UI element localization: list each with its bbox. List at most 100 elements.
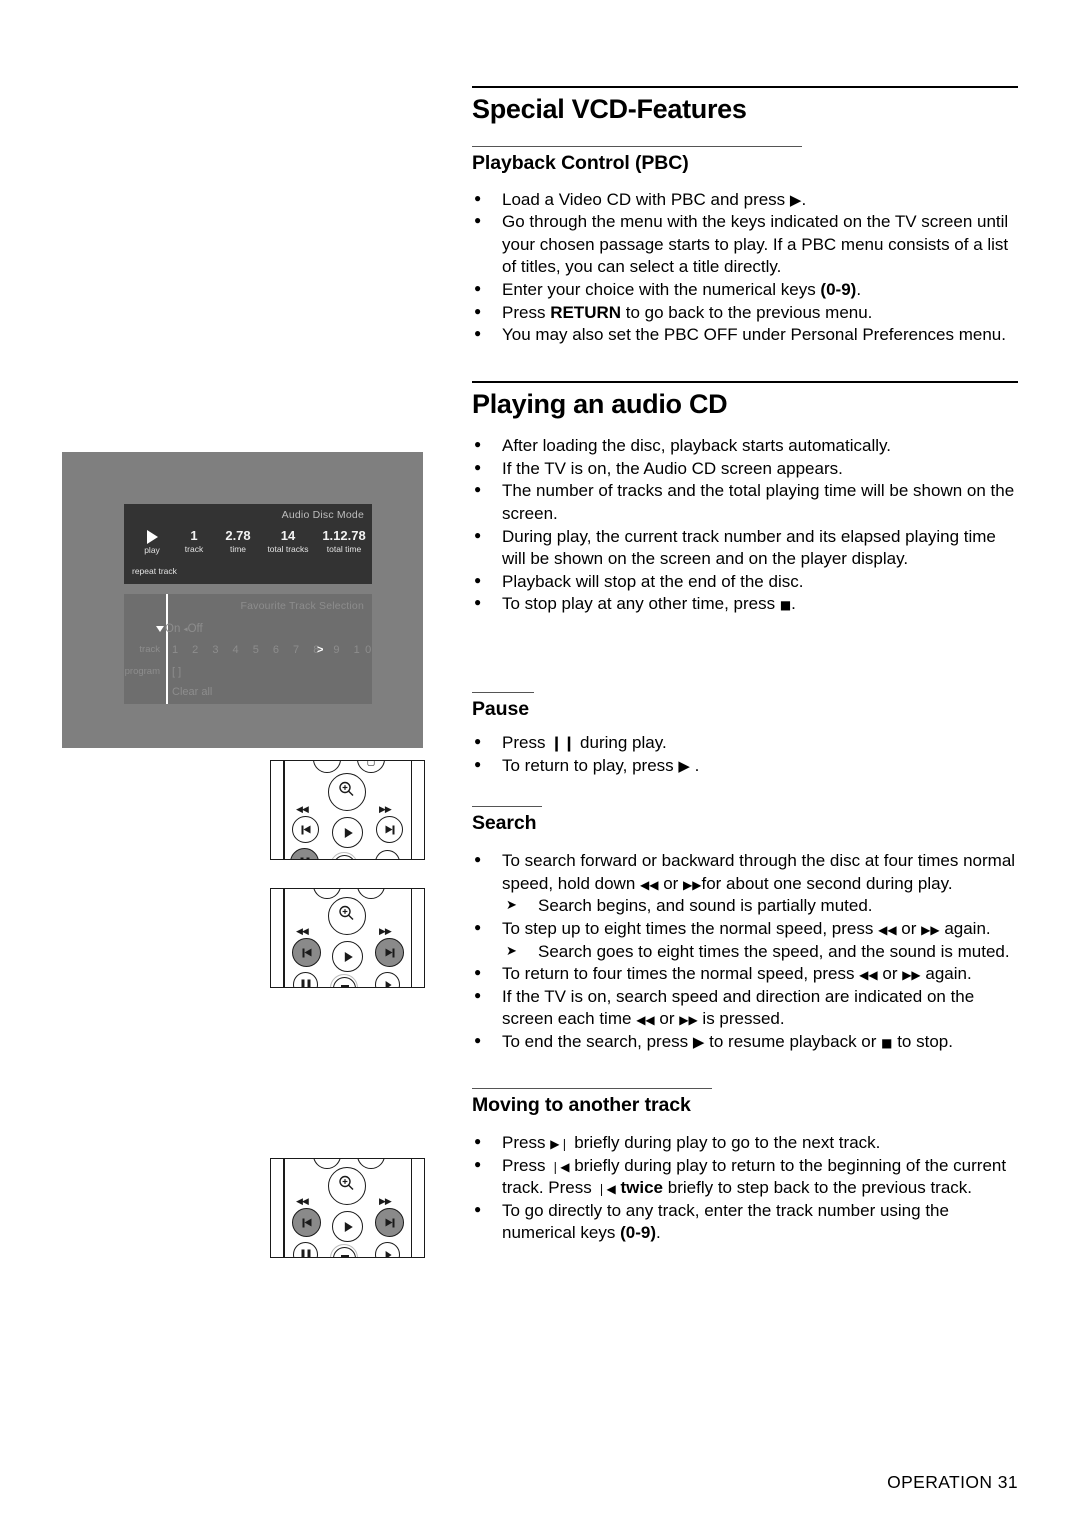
- play-button[interactable]: [332, 817, 363, 848]
- play-icon: [344, 827, 353, 838]
- disc-field-total-tracks-label: total tracks: [267, 543, 309, 554]
- previous-icon: [302, 948, 311, 957]
- zoom-button[interactable]: [328, 1167, 366, 1205]
- bullet-item: Search goes to eight times the speed, an…: [472, 941, 1018, 964]
- search-remote: ◀◀ ▶▶: [270, 888, 425, 988]
- bullet-item: To stop play at any other time, press ■.: [472, 592, 1018, 616]
- slow-button[interactable]: [375, 1242, 400, 1257]
- inline-emphasis: (0-9): [820, 280, 857, 300]
- play-button[interactable]: [332, 1211, 363, 1242]
- heading-playback-control: Playback Control (PBC): [472, 152, 689, 175]
- previous-track-button[interactable]: [292, 816, 319, 843]
- subsection-rule: [472, 146, 802, 148]
- pause-button[interactable]: [290, 848, 319, 859]
- next-track-button[interactable]: [375, 1208, 404, 1237]
- pause-remote: ▢ ◀◀ ▶▶: [270, 760, 425, 860]
- fts-program-value[interactable]: [ ]: [172, 666, 181, 678]
- inline-key-icon: ▶▶: [683, 877, 702, 892]
- inline-key-icon: ▶: [789, 190, 802, 209]
- next-track-button[interactable]: [375, 938, 404, 967]
- rewind-label-icon: ◀◀: [296, 927, 309, 937]
- fts-more-arrow-icon[interactable]: >: [317, 644, 323, 656]
- inline-key-icon: ▶❘: [550, 1137, 570, 1151]
- remote-top-right-button[interactable]: [357, 1159, 385, 1169]
- bullet-item: To end the search, press ▶ to resume pla…: [472, 1030, 1018, 1054]
- bullet-item: Press ❘◀ briefly during play to return t…: [472, 1154, 1018, 1200]
- bullet-item: To search forward or backward through th…: [472, 849, 1018, 895]
- remote-top-right-button[interactable]: [357, 889, 385, 899]
- next-icon: [385, 948, 394, 957]
- zoom-icon: [338, 781, 356, 804]
- remote-edge-left: [283, 889, 285, 987]
- zoom-button[interactable]: [328, 773, 366, 811]
- inline-key-icon: ▶: [678, 757, 690, 776]
- fast-forward-label-icon: ▶▶: [379, 805, 392, 815]
- page-title: Special VCD-Features: [472, 94, 747, 124]
- disc-field-track: 1 track: [172, 528, 216, 556]
- pause-button[interactable]: [293, 1242, 318, 1257]
- previous-track-button[interactable]: [292, 1208, 321, 1237]
- inline-key-icon: ■: [779, 598, 792, 613]
- disc-field-time: 2.78 time: [216, 528, 260, 556]
- section-special-vcd-features: Special VCD-Features Playback Control (P…: [472, 86, 1018, 347]
- bullet-item: Press ▶❘ briefly during play to go to th…: [472, 1131, 1018, 1155]
- bullet-item: If the TV is on, the Audio CD screen app…: [472, 457, 1018, 481]
- remote-top-left-button[interactable]: [313, 889, 341, 899]
- subsection-rule: [472, 805, 542, 807]
- slow-play-icon: [385, 858, 392, 859]
- remote-top-right-button[interactable]: ▢: [357, 761, 385, 773]
- page-footer: OPERATION 31: [887, 1472, 1018, 1492]
- slow-play-icon: [385, 980, 392, 987]
- fts-clear-all-label[interactable]: Clear all: [172, 686, 212, 698]
- bullet-list-pause: Press ❙❙ during play.To return to play, …: [472, 731, 1018, 777]
- rewind-label-icon: ◀◀: [296, 805, 309, 815]
- inline-key-icon: ❘◀: [550, 1159, 570, 1174]
- zoom-button[interactable]: [328, 897, 366, 935]
- slow-button[interactable]: [375, 850, 400, 859]
- bullet-item: Playback will stop at the end of the dis…: [472, 570, 1018, 594]
- inline-key-icon: ▶▶: [921, 922, 940, 937]
- bullet-item: Press ❙❙ during play.: [472, 731, 1018, 755]
- bullet-item: After loading the disc, playback starts …: [472, 434, 1018, 458]
- rewind-label-icon: ◀◀: [296, 1197, 309, 1207]
- fts-on-label[interactable]: On: [165, 623, 180, 635]
- audio-disc-mode-title: Audio Disc Mode: [281, 509, 364, 521]
- heading-pause: Pause: [472, 698, 529, 721]
- inline-key-icon: ◀◀: [859, 968, 878, 983]
- fts-off-label[interactable]: Off: [188, 623, 203, 635]
- inline-emphasis: (0-9): [620, 1223, 657, 1243]
- bullet-item: To step up to eight times the normal spe…: [472, 917, 1018, 941]
- remote-top-left-button[interactable]: [313, 1159, 341, 1169]
- fts-on-off-toggle[interactable]: On ◂Off: [156, 623, 203, 635]
- play-button[interactable]: [332, 941, 363, 972]
- pause-icon: [301, 979, 310, 987]
- bullet-item: During play, the current track number an…: [472, 525, 1018, 571]
- section-rule: [472, 86, 1018, 88]
- bullet-item: Search begins, and sound is partially mu…: [472, 895, 1018, 918]
- section-pause: Pause Press ❙❙ during play.To return to …: [472, 692, 1018, 778]
- pause-icon: [300, 857, 309, 859]
- remote-edge-left: [283, 761, 285, 859]
- slow-button[interactable]: [375, 972, 400, 987]
- play-icon: [146, 530, 158, 544]
- next-track-button[interactable]: [376, 816, 403, 843]
- previous-icon: [301, 825, 310, 834]
- disc-field-track-label: track: [184, 543, 204, 554]
- remote-edge-right: [410, 761, 412, 859]
- remote-top-left-button[interactable]: [313, 761, 341, 773]
- previous-track-button[interactable]: [292, 938, 321, 967]
- fts-track-numbers[interactable]: 1 2 3 4 5 6 7 8 9 10: [172, 644, 377, 656]
- inline-emphasis: twice: [620, 1178, 664, 1198]
- fts-track-label: track: [139, 644, 160, 655]
- play-icon: [344, 951, 353, 962]
- pause-button[interactable]: [293, 972, 318, 987]
- pause-icon: [301, 1249, 310, 1257]
- disc-field-time-label: time: [229, 543, 247, 554]
- bullet-item: To go directly to any track, enter the t…: [472, 1199, 1018, 1245]
- disc-field-total-time-label: total time: [326, 543, 362, 554]
- disc-status-fields: play 1 track 2.78 time 14 total tracks 1…: [132, 528, 372, 556]
- bullet-list-playback-control: Load a Video CD with PBC and press ▶.Go …: [472, 188, 1018, 347]
- disc-field-time-value: 2.78: [225, 528, 251, 543]
- disc-field-track-value: 1: [190, 528, 198, 543]
- track-remote: ◀◀ ▶▶: [270, 1158, 425, 1258]
